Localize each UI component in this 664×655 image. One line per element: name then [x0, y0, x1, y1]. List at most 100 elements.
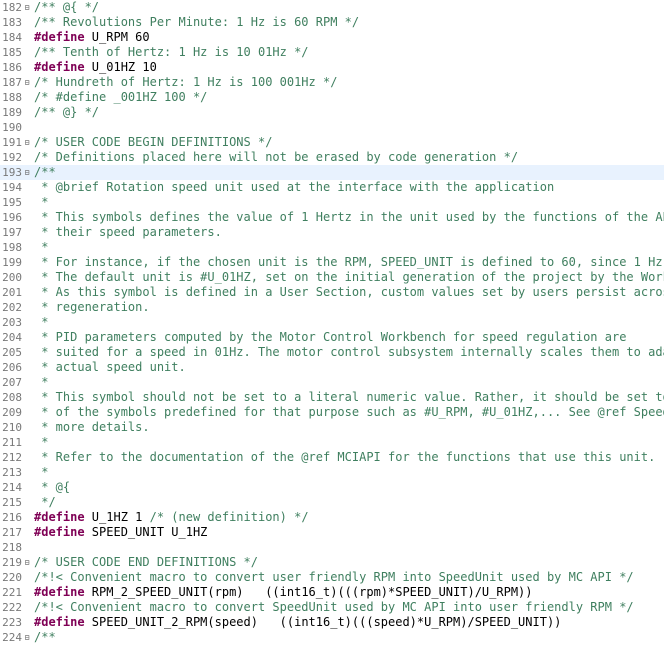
code-line[interactable]: 216 #define U_1HZ 1 /* (new definition) *… — [0, 510, 664, 525]
code-line[interactable]: 220 /*!< Convenient macro to convert user… — [0, 570, 664, 585]
code-text: /*!< Convenient macro to convert user fr… — [34, 570, 634, 585]
code-line[interactable]: 188 /* #define _001HZ 100 */ — [0, 90, 664, 105]
code-editor[interactable]: 182 ⊟/** @{ */183 /** Revolutions Per Minu… — [0, 0, 664, 655]
line-number: 209 — [2, 406, 22, 419]
code-line[interactable]: 190 — [0, 120, 664, 135]
code-line[interactable]: 222 /*!< Convenient macro to convert Spee… — [0, 600, 664, 615]
code-line[interactable]: 183 /** Revolutions Per Minute: 1 Hz is 6… — [0, 15, 664, 30]
fold-toggle-icon[interactable]: ⊟ — [22, 0, 32, 15]
comment-token: * — [34, 465, 49, 479]
code-line[interactable]: 224 ⊟/** — [0, 630, 664, 645]
code-line[interactable]: 215 */ — [0, 495, 664, 510]
line-number: 223 — [2, 616, 22, 629]
code-line[interactable]: 186 #define U_01HZ 10 — [0, 60, 664, 75]
code-line[interactable]: 209 * of the symbols predefined for that… — [0, 405, 664, 420]
keyword-token: #define — [34, 525, 85, 539]
line-number: 185 — [2, 46, 22, 59]
comment-token: * actual speed unit. — [34, 360, 186, 374]
code-line[interactable]: 221 #define RPM_2_SPEED_UNIT(rpm) ((int16… — [0, 585, 664, 600]
line-number: 222 — [2, 601, 22, 614]
code-line[interactable]: 212 * Refer to the documentation of the … — [0, 450, 664, 465]
code-text: /** @{ */ — [34, 0, 99, 15]
code-line[interactable]: 201 * As this symbol is defined in a Use… — [0, 285, 664, 300]
line-number: 183 — [2, 16, 22, 29]
code-line[interactable]: 198 * — [0, 240, 664, 255]
line-number: 207 — [2, 376, 22, 389]
code-line[interactable]: 204 * PID parameters computed by the Mot… — [0, 330, 664, 345]
code-text: /** Revolutions Per Minute: 1 Hz is 60 R… — [34, 15, 359, 30]
comment-token: * regeneration. — [34, 300, 150, 314]
line-number: 213 — [2, 466, 22, 479]
code-line[interactable]: 199 * For instance, if the chosen unit i… — [0, 255, 664, 270]
code-line[interactable]: 202 * regeneration. — [0, 300, 664, 315]
code-line[interactable]: 208 * This symbol should not be set to a… — [0, 390, 664, 405]
line-number: 202 — [2, 301, 22, 314]
code-line[interactable]: 200 * The default unit is #U_01HZ, set o… — [0, 270, 664, 285]
comment-token: * @brief Rotation speed unit used at the… — [34, 180, 555, 194]
comment-token: */ — [34, 495, 56, 509]
code-text: * — [34, 195, 48, 210]
fold-toggle-icon[interactable]: ⊟ — [22, 75, 32, 90]
code-line[interactable]: 194 * @brief Rotation speed unit used at… — [0, 180, 664, 195]
comment-token: * more details. — [34, 420, 150, 434]
keyword-token: #define — [34, 30, 85, 44]
code-line[interactable]: 192 /* Definitions placed here will not b… — [0, 150, 664, 165]
code-line[interactable]: 185 /** Tenth of Hertz: 1 Hz is 10 01Hz *… — [0, 45, 664, 60]
code-text: * suited for a speed in 01Hz. The motor … — [34, 345, 664, 360]
comment-token: * suited for a speed in 01Hz. The motor … — [34, 345, 664, 359]
code-line[interactable]: 189 /** @} */ — [0, 105, 664, 120]
code-text: * For instance, if the chosen unit is th… — [34, 255, 664, 270]
code-line[interactable]: 203 * — [0, 315, 664, 330]
code-line[interactable]: 217 #define SPEED_UNIT U_1HZ — [0, 525, 664, 540]
code-token: RPM_2_SPEED_UNIT(rpm) ((int16_t)(((rpm)*… — [84, 585, 533, 599]
code-line[interactable]: 211 * — [0, 435, 664, 450]
comment-token: * The default unit is #U_01HZ, set on th… — [34, 270, 664, 284]
code-line[interactable]: 219 ⊟/* USER CODE END DEFINITIONS */ — [0, 555, 664, 570]
comment-token: * — [34, 315, 49, 329]
fold-toggle-icon[interactable]: ⊟ — [22, 630, 32, 645]
code-text: /** @} */ — [34, 105, 99, 120]
code-line[interactable]: 184 #define U_RPM 60 — [0, 30, 664, 45]
fold-toggle-icon[interactable]: ⊟ — [22, 165, 32, 180]
code-text: /* USER CODE END DEFINITIONS */ — [34, 555, 258, 570]
comment-token: * As this symbol is defined in a User Se… — [34, 285, 664, 299]
code-line[interactable]: 206 * actual speed unit. — [0, 360, 664, 375]
line-number: 191 — [2, 136, 22, 149]
code-line[interactable]: 218 — [0, 540, 664, 555]
line-number: 208 — [2, 391, 22, 404]
fold-toggle-icon[interactable]: ⊟ — [22, 135, 32, 150]
code-text: #define SPEED_UNIT_2_RPM(speed) ((int16_… — [34, 615, 561, 630]
comment-token: * This symbol should not be set to a lit… — [34, 390, 664, 404]
code-line[interactable]: 214 * @{ — [0, 480, 664, 495]
code-line[interactable]: 223 #define SPEED_UNIT_2_RPM(speed) ((int… — [0, 615, 664, 630]
code-line[interactable]: 210 * more details. — [0, 420, 664, 435]
comment-token: /* USER CODE END DEFINITIONS */ — [34, 555, 258, 569]
code-line[interactable]: 213 * — [0, 465, 664, 480]
line-number: 205 — [2, 346, 22, 359]
code-text: /** — [34, 165, 56, 180]
code-line[interactable]: 193 ⊟/** — [0, 165, 664, 180]
code-line[interactable]: 197 * their speed parameters. — [0, 225, 664, 240]
line-number: 197 — [2, 226, 22, 239]
code-text: * @brief Rotation speed unit used at the… — [34, 180, 554, 195]
keyword-token: #define — [34, 60, 85, 74]
code-line[interactable]: 187 ⊟/* Hundreth of Hertz: 1 Hz is 100 00… — [0, 75, 664, 90]
fold-toggle-icon[interactable]: ⊟ — [22, 555, 32, 570]
code-line[interactable]: 196 * This symbols defines the value of … — [0, 210, 664, 225]
line-number: 187 — [2, 76, 22, 89]
line-number: 189 — [2, 106, 22, 119]
comment-token: * Refer to the documentation of the @ref… — [34, 450, 656, 464]
code-text: * The default unit is #U_01HZ, set on th… — [34, 270, 664, 285]
line-number: 190 — [2, 121, 22, 134]
code-text: #define U_01HZ 10 — [34, 60, 157, 75]
code-token: SPEED_UNIT U_1HZ — [84, 525, 208, 539]
code-line[interactable]: 207 * — [0, 375, 664, 390]
code-line[interactable]: 205 * suited for a speed in 01Hz. The mo… — [0, 345, 664, 360]
line-number: 220 — [2, 571, 22, 584]
code-text: * of the symbols predefined for that pur… — [34, 405, 664, 420]
comment-token: /** @{ */ — [34, 0, 100, 14]
code-line[interactable]: 191 ⊟/* USER CODE BEGIN DEFINITIONS */ — [0, 135, 664, 150]
code-line[interactable]: 182 ⊟/** @{ */ — [0, 0, 664, 15]
code-line[interactable]: 195 * — [0, 195, 664, 210]
code-text: * — [34, 315, 48, 330]
